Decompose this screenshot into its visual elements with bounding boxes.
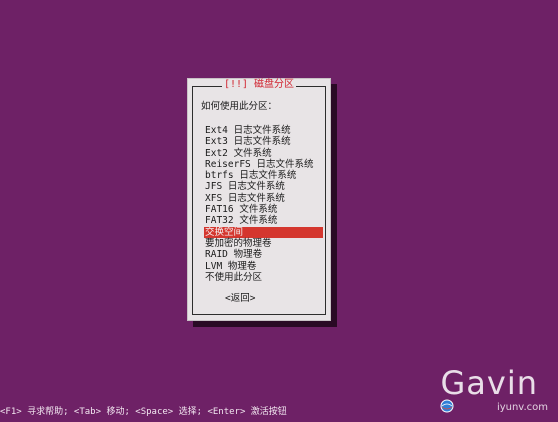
partition-usage-dialog: [!!] 磁盘分区 如何使用此分区： Ext4 日志文件系统 Ext3 日志文件系… xyxy=(187,78,331,321)
menu-item[interactable]: Ext3 日志文件系统 xyxy=(205,136,323,147)
filesystem-option-list: Ext4 日志文件系统 Ext3 日志文件系统 Ext2 文件系统 ReiserFS … xyxy=(204,125,323,283)
menu-item[interactable]: Ext4 日志文件系统 xyxy=(205,125,323,136)
menu-item[interactable]: RAID 物理卷 xyxy=(205,249,323,260)
dialog-title-text: [!!] 磁盘分区 xyxy=(221,79,297,90)
menu-item[interactable]: ReiserFS 日志文件系统 xyxy=(205,159,323,170)
installer-screen: [!!] 磁盘分区 如何使用此分区： Ext4 日志文件系统 Ext3 日志文件系… xyxy=(0,0,558,422)
watermark-domain: iyunv.com xyxy=(496,402,548,413)
menu-item[interactable]: 要加密的物理卷 xyxy=(205,238,323,249)
keyboard-help-bar: <F1> 寻求帮助; <Tab> 移动; <Space> 选择; <Enter>… xyxy=(0,407,287,417)
menu-item[interactable]: LVM 物理卷 xyxy=(205,261,323,272)
watermark-name: Gavin xyxy=(440,364,538,402)
dialog-title: [!!] 磁盘分区 xyxy=(188,79,330,91)
back-button[interactable]: <返回> xyxy=(225,293,255,304)
watermark: Gavin iyunv.com xyxy=(420,366,550,414)
menu-item[interactable]: FAT32 文件系统 xyxy=(205,215,323,226)
globe-logo-icon xyxy=(440,399,454,413)
menu-item-selected[interactable]: 交换空间 xyxy=(204,226,323,238)
menu-item[interactable]: JFS 日志文件系统 xyxy=(205,181,323,192)
menu-item[interactable]: btrfs 日志文件系统 xyxy=(205,170,323,181)
menu-item[interactable]: 不使用此分区 xyxy=(205,272,323,283)
menu-item[interactable]: XFS 日志文件系统 xyxy=(205,193,323,204)
menu-item[interactable]: Ext2 文件系统 xyxy=(205,148,323,159)
menu-item[interactable]: FAT16 文件系统 xyxy=(205,204,323,215)
dialog-prompt: 如何使用此分区： xyxy=(201,101,278,112)
